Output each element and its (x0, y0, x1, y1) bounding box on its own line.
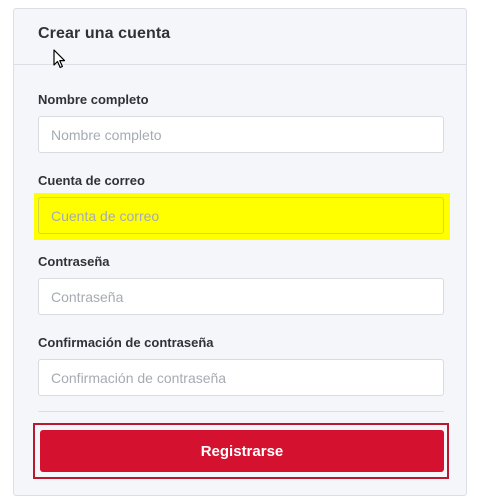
panel-title: Crear una cuenta (38, 25, 171, 42)
panel-header: Crear una cuenta (14, 9, 466, 69)
email-input[interactable] (38, 197, 444, 234)
password-input[interactable] (38, 278, 444, 315)
password-confirmation-input[interactable] (38, 359, 444, 396)
divider (38, 411, 444, 412)
register-panel: Crear una cuenta Nombre completo Cuenta … (13, 8, 467, 496)
email-label: Cuenta de correo (38, 173, 145, 188)
page: Crear una cuenta Nombre completo Cuenta … (0, 0, 477, 504)
full-name-label: Nombre completo (38, 92, 149, 107)
password-confirmation-label: Confirmación de contraseña (38, 335, 214, 350)
full-name-input[interactable] (38, 116, 444, 153)
mouse-pointer-icon (53, 49, 66, 69)
password-label: Contraseña (38, 254, 110, 269)
register-button[interactable]: Registrarse (40, 430, 444, 472)
